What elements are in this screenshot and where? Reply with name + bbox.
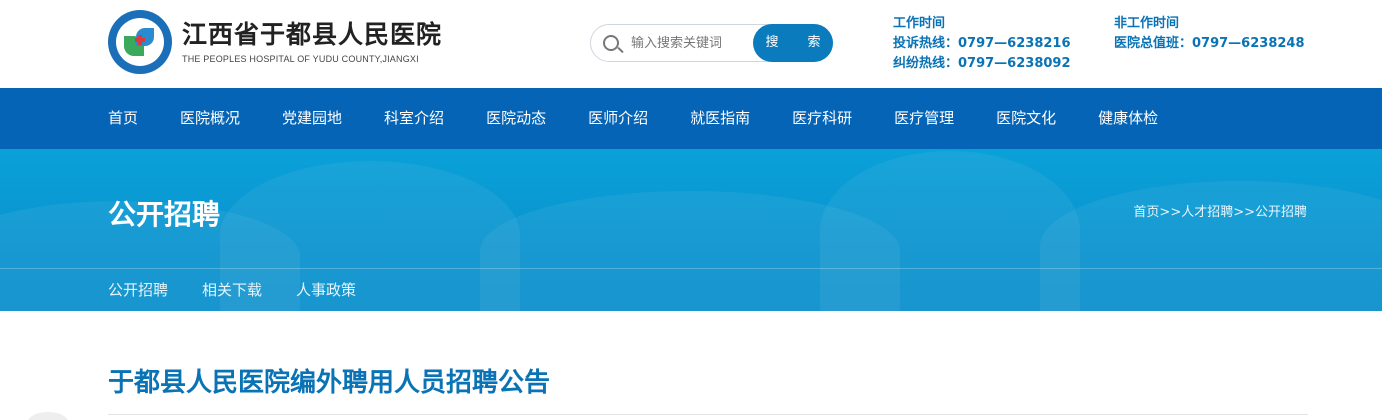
contact-label: 非工作时间 [1114,16,1180,31]
nav-item-culture[interactable]: 医院文化 [996,88,1056,149]
contact-label: 工作时间 [893,16,946,31]
duty-hotline: 医院总值班：0797—6238248 [1114,36,1305,51]
search-input[interactable] [631,33,751,53]
divider [108,414,1308,415]
nav-item-news[interactable]: 医院动态 [486,88,546,149]
hospital-logo-icon [108,10,172,74]
nav-item-checkup[interactable]: 健康体检 [1098,88,1158,149]
nav-item-overview[interactable]: 医院概况 [180,88,240,149]
complaint-hotline: 投诉热线：0797—6238216 [893,36,1071,51]
logo-text: 江西省于都县人民医院 THE PEOPLES HOSPITAL OF YUDU … [182,20,442,64]
banner: 公开招聘 首页>>人才招聘>>公开招聘 公开招聘 相关下载 人事政策 [0,149,1382,311]
nav-item-research[interactable]: 医疗科研 [792,88,852,149]
nav-item-management[interactable]: 医疗管理 [894,88,954,149]
nav-item-party[interactable]: 党建园地 [282,88,342,149]
nav-item-doctors[interactable]: 医师介绍 [588,88,648,149]
contact-work-hours: 工作时间 投诉热线：0797—6238216 纠纷热线：0797—6238092 [893,14,1071,74]
decorative-shape [28,412,68,420]
sub-nav: 公开招聘 相关下载 人事政策 [108,269,390,311]
page-title: 公开招聘 [108,198,221,231]
main-nav: 首页 医院概况 党建园地 科室介绍 医院动态 医师介绍 就医指南 医疗科研 医疗… [0,88,1382,149]
nav-item-home[interactable]: 首页 [108,88,138,149]
search-box: 搜 索 [590,24,833,62]
search-button[interactable]: 搜 索 [753,24,833,62]
nav-item-departments[interactable]: 科室介绍 [384,88,444,149]
logo[interactable]: 江西省于都县人民医院 THE PEOPLES HOSPITAL OF YUDU … [108,10,442,74]
subnav-item-recruitment[interactable]: 公开招聘 [108,269,168,311]
subnav-item-downloads[interactable]: 相关下载 [202,269,262,311]
dispute-hotline: 纠纷热线：0797—6238092 [893,56,1071,71]
header: 江西省于都县人民医院 THE PEOPLES HOSPITAL OF YUDU … [0,0,1382,88]
breadcrumb[interactable]: 首页>>人才招聘>>公开招聘 [1133,201,1307,220]
hospital-name-en: THE PEOPLES HOSPITAL OF YUDU COUNTY,JIAN… [182,54,419,64]
nav-item-guide[interactable]: 就医指南 [690,88,750,149]
contact-off-hours: 非工作时间 医院总值班：0797—6238248 [1114,14,1305,54]
article-title: 于都县人民医院编外聘用人员招聘公告 [108,368,551,398]
search-icon [603,35,619,51]
subnav-item-policy[interactable]: 人事政策 [296,269,356,311]
hospital-name-cn: 江西省于都县人民医院 [182,20,443,49]
